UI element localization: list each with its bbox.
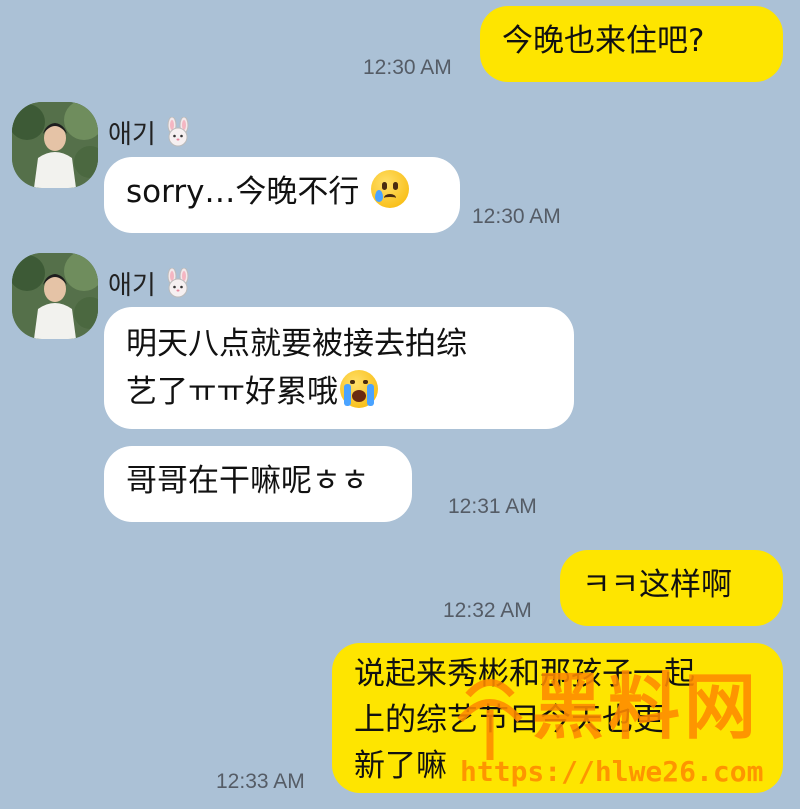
message-text: sorry…今晚不行 xyxy=(126,174,360,210)
message-timestamp: 12:33 AM xyxy=(216,770,305,793)
rabbit-face-icon xyxy=(167,267,189,298)
avatar-photo xyxy=(12,253,98,339)
message-bubble-outgoing[interactable]: 今晚也来住吧? xyxy=(480,6,783,82)
sender-name: 애기 xyxy=(108,265,192,302)
message-text-line: 明天八点就要被接去拍综 xyxy=(126,326,467,362)
message-timestamp: 12:30 AM xyxy=(363,56,452,79)
message-text-line: 新了嘛 xyxy=(354,748,447,784)
loudly-crying-emoji xyxy=(340,370,379,408)
message-bubble-outgoing[interactable]: 说起来秀彬和那孩子一起 上的综艺节目今天也更 新了嘛 xyxy=(332,643,783,793)
message-text: 哥哥在干嘛呢ㅎㅎ xyxy=(126,463,370,499)
message-bubble-incoming[interactable]: sorry…今晚不行 xyxy=(104,157,460,233)
avatar[interactable] xyxy=(12,253,98,339)
message-text: 今晚也来住吧? xyxy=(502,23,705,59)
message-bubble-outgoing[interactable]: ㅋㅋ这样啊 xyxy=(560,550,783,626)
avatar[interactable] xyxy=(12,102,98,188)
message-bubble-incoming[interactable]: 明天八点就要被接去拍综 艺了ㅠㅠ好累哦 xyxy=(104,307,574,429)
message-timestamp: 12:30 AM xyxy=(472,205,561,228)
message-text-line: 艺了ㅠㅠ好累哦 xyxy=(126,374,339,410)
message-text: ㅋㅋ这样啊 xyxy=(582,567,733,603)
avatar-photo xyxy=(12,102,98,188)
tearful-smile-emoji xyxy=(371,170,410,208)
sender-name: 애기 xyxy=(108,114,192,151)
message-text-line: 说起来秀彬和那孩子一起 xyxy=(354,656,695,692)
message-timestamp: 12:32 AM xyxy=(443,599,532,622)
message-text-line: 上的综艺节目今天也更 xyxy=(354,702,664,738)
message-timestamp: 12:31 AM xyxy=(448,495,537,518)
message-bubble-incoming[interactable]: 哥哥在干嘛呢ㅎㅎ xyxy=(104,446,412,522)
rabbit-face-icon xyxy=(167,116,189,147)
